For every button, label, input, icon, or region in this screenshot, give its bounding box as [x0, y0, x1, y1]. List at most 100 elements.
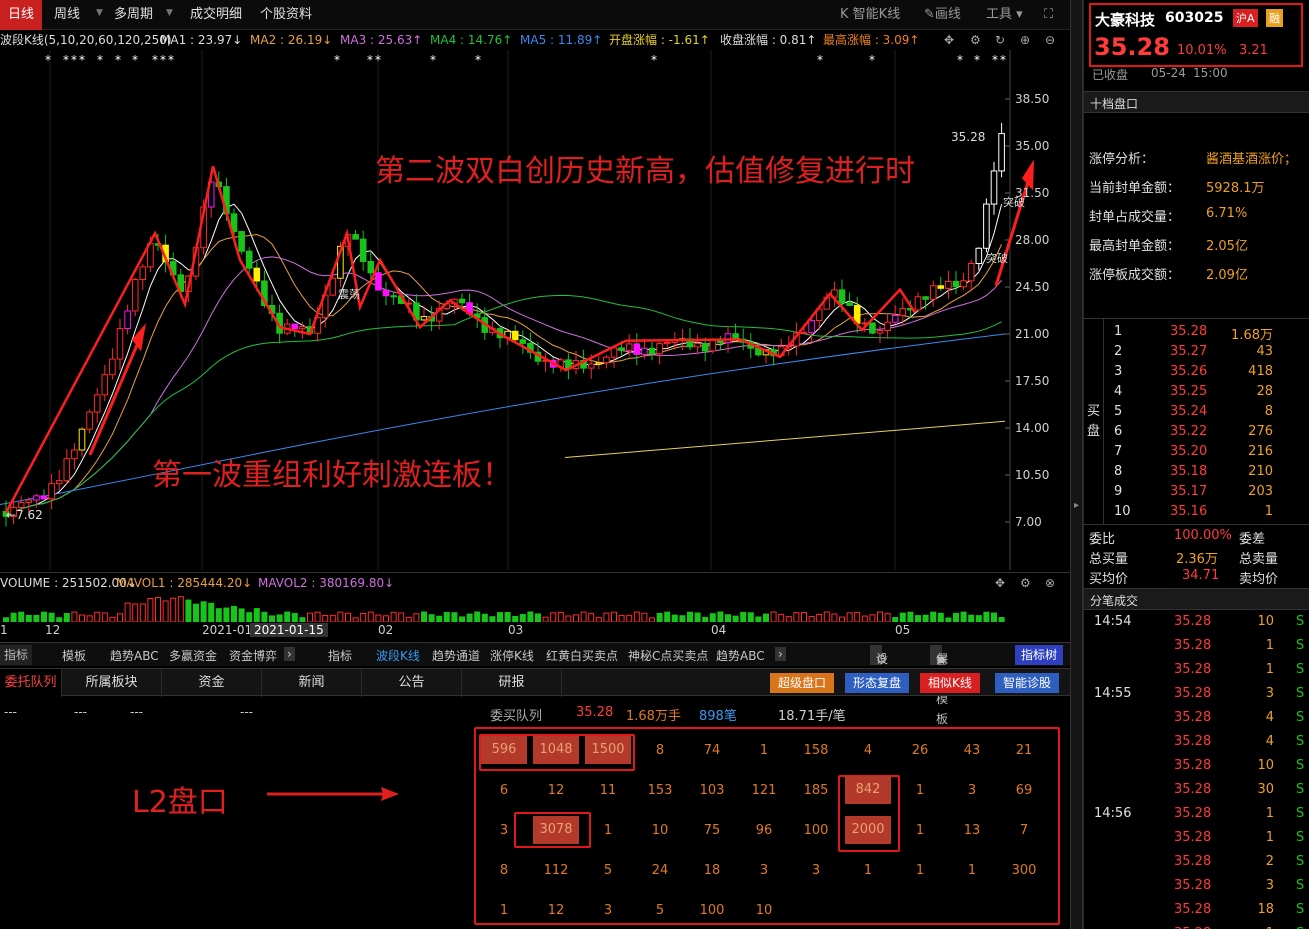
indicator-item-active[interactable]: 波段K线	[376, 647, 420, 664]
signal-star: *	[957, 53, 963, 67]
queue-order-cell: 1	[499, 903, 509, 918]
queue-order-cell: 3	[499, 823, 509, 838]
indicator-item[interactable]: 神秘C点买卖点	[628, 647, 708, 664]
pattern-review-button[interactable]: 形态复盘	[845, 673, 910, 693]
tab-funds[interactable]: 资金	[162, 669, 262, 697]
buy-avg-value: 34.71	[1182, 568, 1220, 583]
divider	[1084, 318, 1309, 319]
volume-bar	[413, 613, 420, 623]
super-orderbook-button[interactable]: 超级盘口	[770, 673, 835, 693]
move-icon[interactable]: ✥	[995, 573, 1005, 593]
gear-icon[interactable]: ⚙	[1020, 573, 1031, 593]
chevron-down-icon[interactable]: ▼	[96, 8, 103, 18]
settings-button[interactable]: ⚙设置	[870, 645, 888, 686]
candle-body	[625, 343, 633, 351]
save-template-button[interactable]: ▣保存模板	[930, 645, 948, 726]
indicator-tree-button[interactable]: 指标树	[1015, 645, 1064, 665]
tab-announcement[interactable]: 公告	[362, 669, 462, 697]
volume-bar	[497, 612, 503, 623]
tab-multi-period[interactable]: 多周期	[114, 0, 153, 30]
tools-button[interactable]: 工具 ▾	[986, 0, 1023, 30]
candle-body	[375, 272, 382, 291]
high-change: 最高涨幅 : 3.09↑	[823, 33, 920, 47]
indicator-item[interactable]: 资金博弈	[229, 647, 277, 664]
orderbook-price[interactable]: 35.28	[1170, 324, 1207, 339]
buy-avg-label: 买均价	[1089, 572, 1129, 587]
orderbook-price[interactable]: 35.26	[1170, 364, 1207, 379]
volume-chart[interactable]	[0, 592, 1070, 623]
tab-news[interactable]: 新闻	[262, 669, 362, 697]
total-sell-label: 总卖量	[1239, 552, 1279, 567]
tab-research[interactable]: 研报	[462, 669, 562, 697]
smart-diagnosis-button[interactable]: 智能诊股	[995, 673, 1060, 693]
gear-icon[interactable]: ⚙	[970, 30, 981, 50]
orderbook-price[interactable]: 35.27	[1170, 344, 1207, 359]
indicator-item[interactable]: 趋势ABC	[110, 647, 159, 664]
tab-daily[interactable]: 日线	[0, 0, 43, 30]
orderbook-price[interactable]: 35.16	[1170, 504, 1207, 519]
orderbook-price[interactable]: 35.24	[1170, 404, 1207, 419]
candle-body	[245, 250, 253, 269]
tab-stock-info[interactable]: 个股资料	[260, 0, 312, 30]
candle-body	[838, 289, 846, 304]
volume-bar	[117, 613, 123, 623]
volume-bar	[94, 611, 101, 623]
volume-bar	[124, 602, 131, 623]
trade-side: S	[1296, 782, 1305, 797]
volume-bar	[626, 614, 633, 623]
close-icon[interactable]: ⊗	[1045, 573, 1055, 593]
candle-body	[33, 495, 40, 501]
volume-bar	[877, 611, 883, 623]
orderbook-price[interactable]: 35.25	[1170, 384, 1207, 399]
expand-icon[interactable]: ⛶	[1044, 0, 1053, 30]
trade-volume: 10	[1257, 614, 1274, 629]
indicator-item[interactable]: 指标	[328, 647, 352, 664]
indicator-item[interactable]: 多赢资金	[169, 647, 217, 664]
trade-side: S	[1296, 854, 1305, 869]
tab-sector[interactable]: 所属板块	[62, 669, 162, 697]
volume-bar	[314, 611, 321, 623]
orderbook-price[interactable]: 35.17	[1170, 484, 1207, 499]
candle-body	[55, 480, 63, 485]
orderbook-price[interactable]: 35.22	[1170, 424, 1207, 439]
indicator-item[interactable]: 涨停K线	[490, 647, 534, 664]
volume-bar	[793, 612, 800, 623]
tab-order-queue[interactable]: 委托队列	[0, 669, 62, 697]
volume-bar	[740, 611, 747, 623]
trade-price: 35.28	[1174, 638, 1212, 653]
volume-bar	[25, 614, 32, 623]
move-icon[interactable]: ✥	[944, 30, 954, 50]
kline-chart[interactable]: * * * * * * * * * * * * * * * * * * * * * * 38.50 35.00 31.50…	[0, 50, 1070, 570]
similar-kline-button[interactable]: 相似K线	[920, 673, 980, 693]
volume-bar	[474, 611, 481, 623]
signal-star: *	[375, 53, 381, 67]
zoom-in-icon[interactable]: ⊕	[1020, 30, 1030, 50]
indicator-tab[interactable]: 指标	[0, 645, 33, 665]
chevron-right-icon[interactable]: ›	[775, 647, 786, 661]
collapse-icon[interactable]: ▸	[1074, 500, 1079, 511]
chevron-down-icon[interactable]: ▼	[166, 8, 173, 18]
panel-divider[interactable]: ▸	[1070, 0, 1083, 929]
indicator-item[interactable]: 趋势通道	[432, 647, 480, 664]
trade-side: S	[1296, 878, 1305, 893]
draw-line-button[interactable]: ✎画线	[924, 0, 961, 30]
zoom-out-icon[interactable]: ⊖	[1045, 30, 1055, 50]
candle-body	[808, 320, 815, 334]
template-button[interactable]: 模板	[62, 647, 86, 664]
tab-weekly[interactable]: 周线	[54, 0, 80, 30]
tab-trade-detail[interactable]: 成交明细	[190, 0, 242, 30]
chevron-right-icon[interactable]: ›	[284, 647, 295, 661]
y-tick: 7.00	[1015, 515, 1042, 529]
volume-bar	[48, 612, 55, 623]
orderbook-price[interactable]: 35.20	[1170, 444, 1207, 459]
orderbook-volume: 1	[1264, 504, 1273, 519]
signal-star: *	[367, 53, 373, 67]
volume-bar	[770, 611, 777, 623]
limit-info-label: 当前封单金额：	[1089, 181, 1181, 196]
indicator-item[interactable]: 趋势ABC	[716, 647, 765, 664]
orderbook-price[interactable]: 35.18	[1170, 464, 1207, 479]
refresh-icon[interactable]: ↻	[995, 30, 1005, 50]
smart-kline-button[interactable]: K 智能K线	[840, 0, 900, 30]
indicator-item[interactable]: 红黄白买卖点	[546, 647, 618, 664]
volume-bar	[527, 611, 534, 623]
